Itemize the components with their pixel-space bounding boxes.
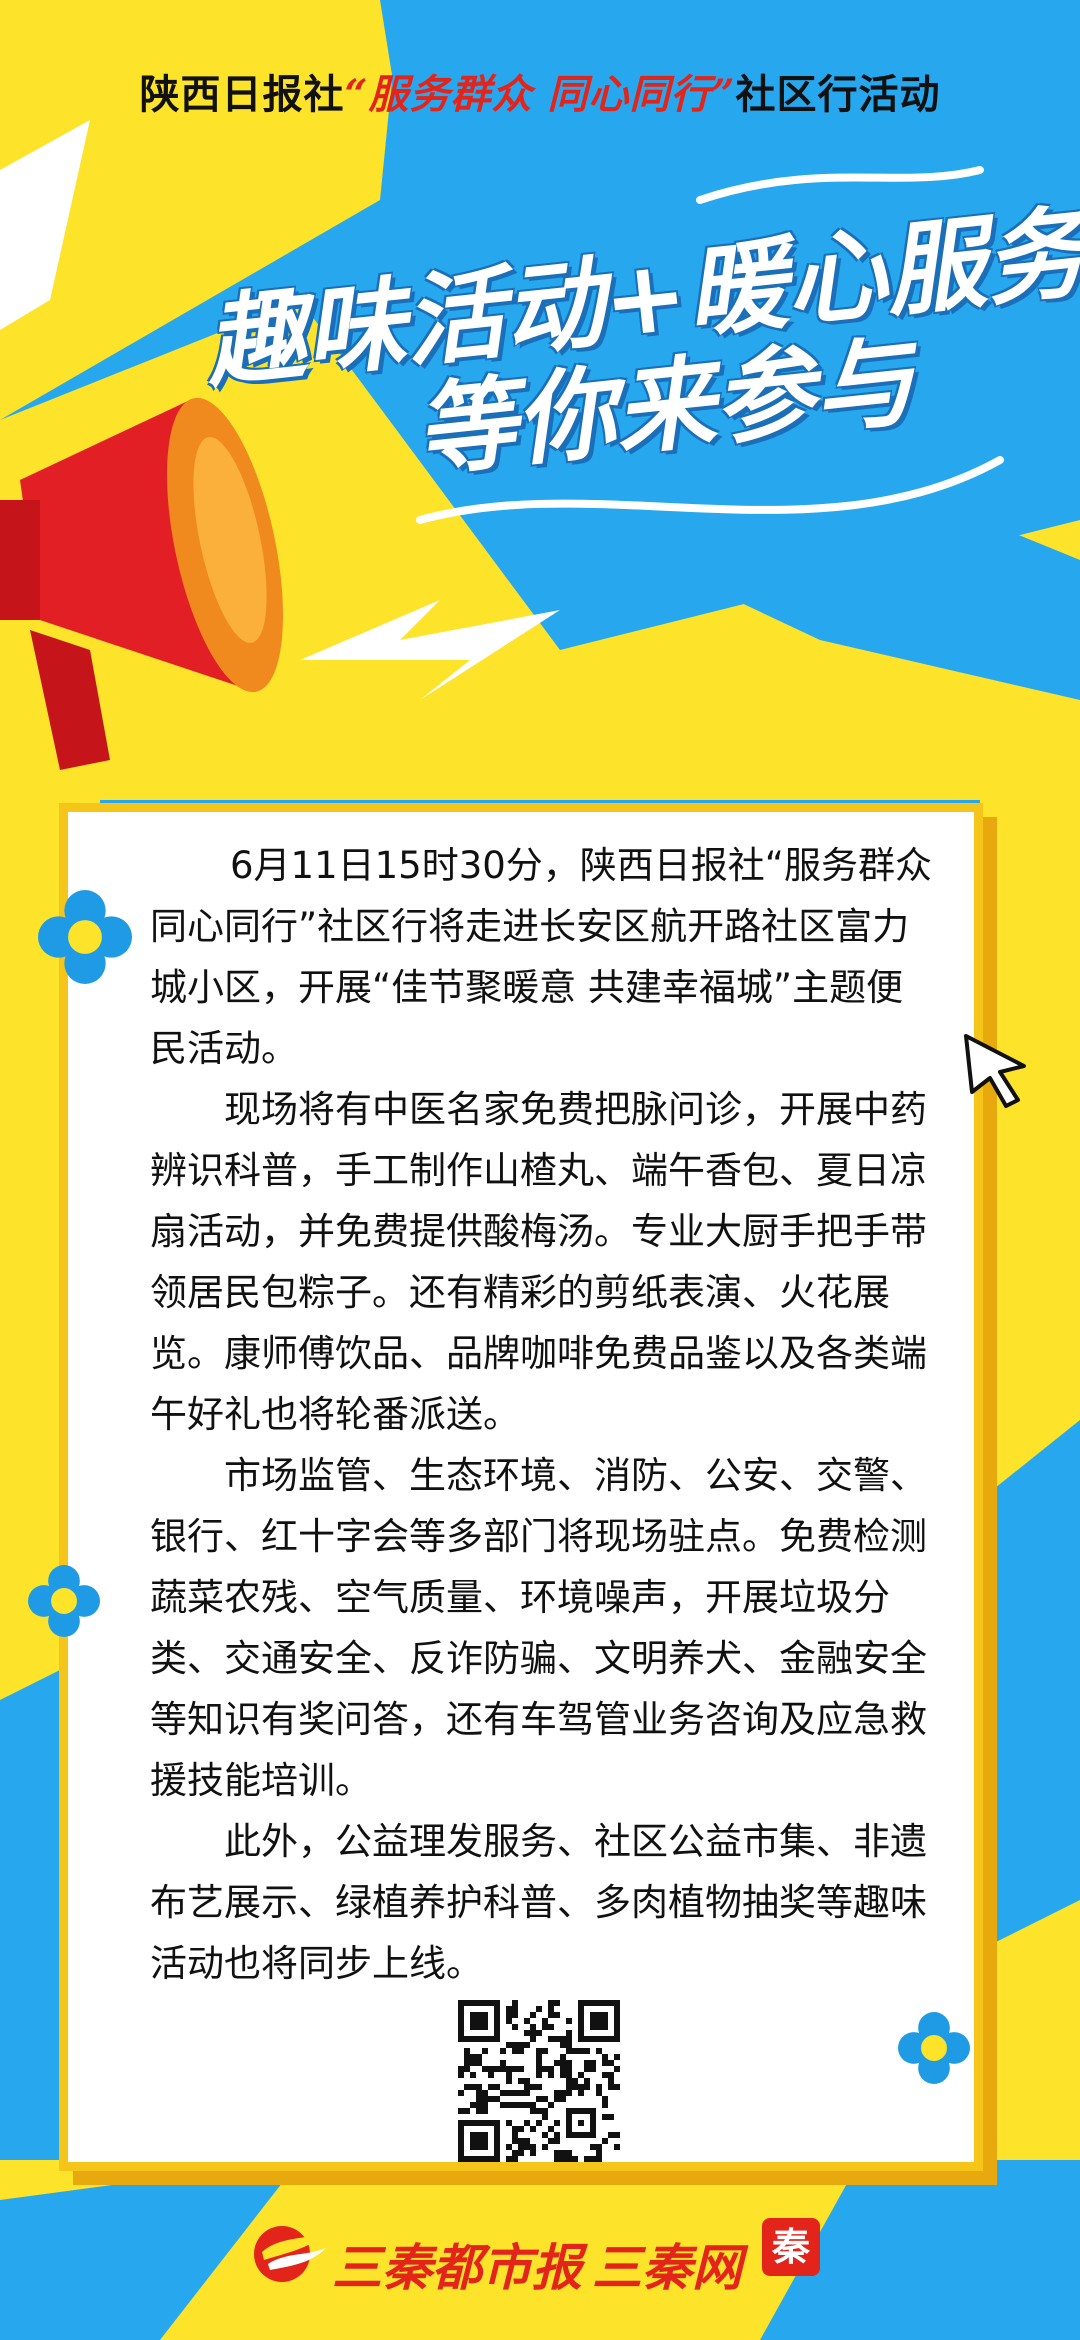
qr-code-pattern	[458, 2000, 620, 2162]
page-title: 陕西日报社“服务群众 同心同行”社区行活动	[0, 62, 1080, 120]
header-org: 陕西日报社	[139, 72, 345, 118]
article-paragraph: 此外，公益理发服务、社区公益市集、非遗布艺展示、绿植养护科普、多肉植物抽奖等趣味…	[150, 1820, 927, 1985]
footer-brand1: 三秦都市报	[332, 2238, 582, 2297]
header-slogan: “服务群众 同心同行”	[344, 71, 736, 118]
footer-brand2: 三秦网	[592, 2238, 742, 2297]
cursor-icon	[964, 1034, 1026, 1108]
article-paragraph: 市场监管、生态环境、消防、公安、交警、银行、红十字会等多部门将现场驻点。免费检测…	[150, 1454, 927, 1802]
flower-icon	[38, 890, 132, 984]
flower-icon	[898, 2012, 970, 2084]
footer-seal: 秦	[762, 2218, 820, 2276]
article-paragraph: 现场将有中医名家免费把脉问诊，开展中药辨识科普，手工制作山楂丸、端午香包、夏日凉…	[150, 1088, 927, 1436]
header-suffix: 社区行活动	[735, 72, 941, 118]
article-paragraph: 6月11日15时30分，陕西日报社“服务群众 同心同行”社区行将走进长安区航开路…	[150, 844, 932, 1070]
logo-icon	[254, 2226, 328, 2282]
qr-code-icon[interactable]	[458, 2000, 620, 2162]
article-body: 6月11日15时30分，陕西日报社“服务群众 同心同行”社区行将走进长安区航开路…	[150, 835, 940, 1994]
flower-icon	[28, 1565, 100, 1637]
